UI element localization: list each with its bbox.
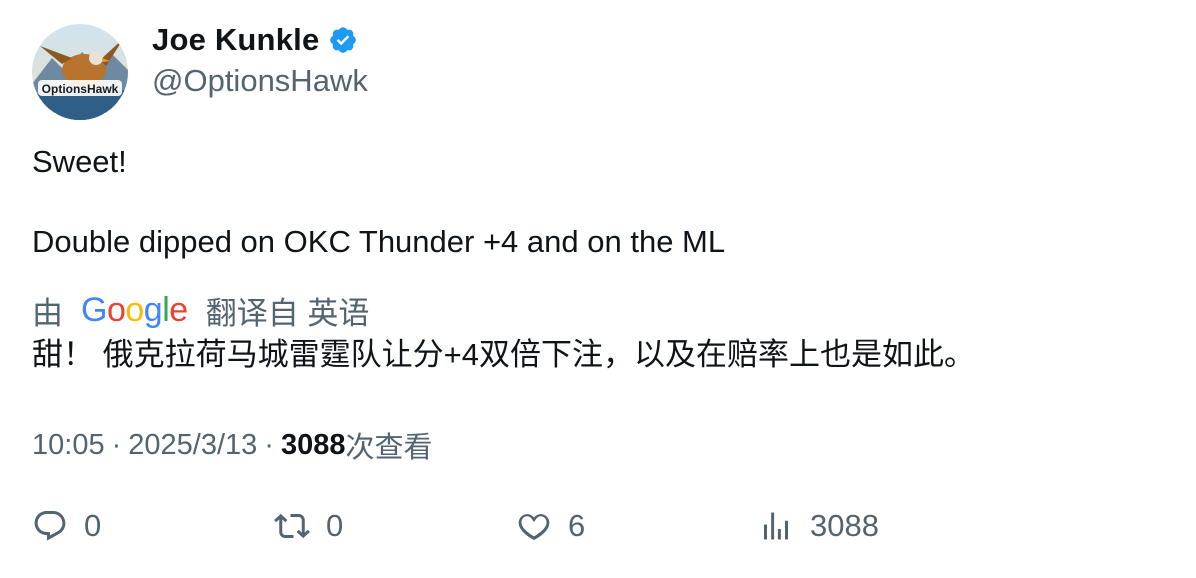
avatar[interactable]: OptionsHawk: [32, 24, 128, 120]
translated-text: 甜！ 俄克拉荷马城雷霆队让分+4双倍下注，以及在赔率上也是如此。: [32, 337, 975, 372]
author-handle[interactable]: @OptionsHawk: [152, 63, 368, 99]
display-name[interactable]: Joe Kunkle: [152, 22, 319, 58]
views-action-count: 3088: [810, 508, 879, 543]
avatar-image: OptionsHawk: [32, 24, 128, 120]
author-name-row: Joe Kunkle: [152, 22, 358, 58]
views-count: 3088: [280, 428, 346, 461]
reply-count: 0: [84, 508, 102, 543]
translation-prefix: 由: [32, 296, 63, 331]
tweet-line: Double dipped on OKC Thunder +4 and on t…: [32, 224, 726, 259]
like-count: 6: [568, 508, 586, 543]
tweet-line: Sweet!: [32, 144, 127, 179]
google-logo: Google: [81, 291, 188, 329]
views-label: 次查看: [345, 432, 433, 464]
reply-button[interactable]: 0: [32, 508, 101, 544]
like-button[interactable]: 6: [516, 508, 585, 544]
translation-attribution: 由 Google 翻译自 英语: [32, 288, 369, 333]
retweet-icon: [274, 513, 310, 539]
heart-icon: [518, 514, 550, 541]
analytics-icon: [764, 512, 788, 540]
avatar-logo-text: OptionsHawk: [42, 82, 119, 96]
tweet-text: Sweet! Double dipped on OKC Thunder +4 a…: [32, 142, 1162, 262]
analytics-button[interactable]: 3088: [758, 508, 879, 544]
tweet-date[interactable]: 2025/3/13: [128, 429, 257, 462]
retweet-count: 0: [326, 508, 344, 543]
verified-badge-icon[interactable]: [328, 25, 358, 55]
action-bar: 0 0 6 3088: [0, 508, 1196, 556]
meta-separator: ·: [111, 428, 122, 461]
meta-separator: ·: [264, 428, 274, 461]
tweet-time[interactable]: 10:05: [32, 429, 105, 462]
tweet-meta: 10:05 · 2025/3/13 · 3088 次查看: [32, 424, 432, 466]
reply-icon: [34, 511, 66, 541]
retweet-button[interactable]: 0: [274, 508, 343, 544]
translation-suffix[interactable]: 翻译自 英语: [206, 288, 370, 333]
